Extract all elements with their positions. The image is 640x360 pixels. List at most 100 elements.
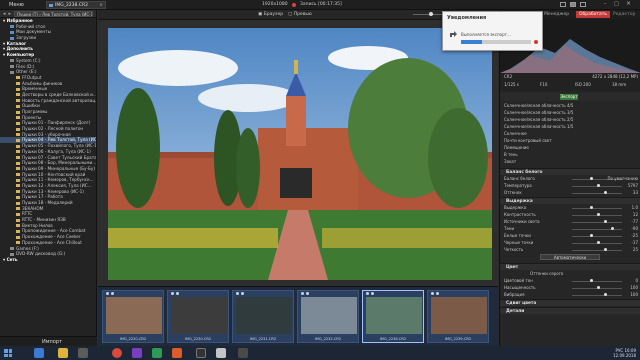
thumbnail[interactable]: IMG_2230.CR2 — [167, 290, 229, 343]
adjust-slider[interactable] — [572, 248, 622, 251]
adjust-row: Белые точки -25 — [500, 233, 640, 239]
auto-button[interactable]: Автоматически — [540, 254, 600, 260]
adjust-slider[interactable] — [572, 293, 622, 296]
section-white-balance[interactable]: Баланс белого — [500, 168, 640, 175]
preset-item[interactable]: Закат — [500, 159, 640, 165]
preset-item[interactable]: Солнечное/ясная облачность 3/5 — [500, 110, 640, 116]
folder-icon — [16, 93, 20, 97]
document-tab[interactable]: IMG_2238.CR2 × — [46, 1, 106, 9]
windows-start-icon[interactable] — [4, 349, 12, 357]
adjust-slider[interactable] — [572, 241, 622, 244]
slider-knob[interactable] — [597, 184, 600, 187]
window-close-icon[interactable]: × — [626, 0, 631, 7]
minimize-icon[interactable]: – — [604, 1, 607, 7]
app4-icon[interactable] — [172, 348, 182, 358]
adjust-value[interactable]: 5797 — [628, 183, 638, 188]
slider-knob[interactable] — [590, 177, 593, 180]
color-mode-row[interactable]: Оттенки серого — [500, 271, 640, 277]
adjust-slider[interactable] — [572, 206, 622, 209]
preset-item[interactable]: Почти контровый свет — [500, 138, 640, 144]
ie-icon[interactable] — [34, 348, 44, 358]
slider-knob[interactable] — [604, 248, 607, 251]
adjust-slider[interactable] — [572, 286, 622, 289]
slider-knob[interactable] — [590, 279, 593, 282]
export-button[interactable]: Экспорт — [560, 94, 578, 100]
folder-icon — [16, 184, 20, 188]
preset-item[interactable]: Солнечное/ясная облачность 1/5 — [500, 124, 640, 130]
zoner-icon[interactable] — [196, 348, 206, 358]
explorer-icon[interactable] — [58, 348, 68, 358]
app6-icon[interactable] — [238, 348, 248, 358]
main-photo[interactable] — [108, 28, 492, 280]
adjust-value[interactable]: 100 — [630, 285, 638, 290]
adjust-value[interactable]: 33 — [633, 190, 638, 195]
app-icon[interactable] — [78, 348, 88, 358]
back-arrow-icon[interactable]: ◂ — [3, 11, 6, 17]
section-split-toning[interactable]: Сдвиг цвета — [500, 299, 640, 306]
adjust-value[interactable]: 25 — [633, 247, 638, 252]
slider-knob[interactable] — [604, 220, 607, 223]
tree-item[interactable]: ▾ Сеть — [0, 257, 96, 263]
app5-icon[interactable] — [216, 348, 226, 358]
section-color[interactable]: Цвет — [500, 263, 640, 270]
adjust-slider[interactable] — [572, 184, 622, 187]
adjust-value[interactable]: -90 — [631, 226, 638, 231]
preset-label: Солнечное/ясная облачность 2/5 — [504, 117, 574, 122]
adjust-slider[interactable] — [572, 279, 622, 282]
zoom-knob[interactable] — [429, 12, 433, 16]
slider-knob[interactable] — [604, 191, 607, 194]
color-mode-label: Оттенки серого — [530, 271, 564, 276]
adjust-value[interactable]: По умолчанию — [607, 176, 638, 181]
import-button[interactable]: Импорт — [42, 339, 62, 345]
adjust-value[interactable]: -17 — [631, 240, 638, 245]
adjust-value[interactable]: 0 — [635, 278, 638, 283]
slider-knob[interactable] — [611, 227, 614, 230]
app2-icon[interactable] — [132, 348, 142, 358]
thumbnail[interactable]: IMG_2238.CR2 — [362, 290, 424, 343]
adjust-value[interactable]: -25 — [631, 233, 638, 238]
slider-knob[interactable] — [597, 213, 600, 216]
browser-toggle[interactable]: ▣ Браузер — [258, 12, 283, 17]
preset-item[interactable]: В тень — [500, 152, 640, 158]
thumbnail[interactable]: IMG_2232.CR2 — [297, 290, 359, 343]
menu-button[interactable]: Меню — [9, 2, 24, 8]
thumbnail[interactable]: IMG_2239.CR2 — [427, 290, 489, 343]
tab-process[interactable]: Обработать — [576, 11, 610, 18]
preset-item[interactable]: Солнечное — [500, 131, 640, 137]
close-icon[interactable]: × — [99, 2, 103, 9]
adjust-value[interactable]: 12 — [633, 212, 638, 217]
maximize-icon[interactable]: □ — [614, 1, 619, 7]
preview-toggle[interactable]: ▢ Превью — [288, 12, 312, 17]
forward-arrow-icon[interactable]: ▸ — [9, 11, 12, 17]
slider-knob[interactable] — [597, 241, 600, 244]
adjust-slider[interactable] — [572, 213, 622, 216]
section-details[interactable]: Детали — [500, 307, 640, 314]
tree-item-label: Пушки 10 - Кентовский край — [22, 171, 86, 177]
slider-knob[interactable] — [590, 234, 593, 237]
layout-icon[interactable] — [560, 2, 566, 7]
preset-item[interactable]: Солнечное/ясная облачность 2/5 — [500, 117, 640, 123]
adjust-value[interactable]: 1.0 — [632, 205, 638, 210]
adjust-slider[interactable] — [572, 191, 622, 194]
preset-item[interactable]: Солнечное/ясная облачность 4/5 — [500, 103, 640, 109]
adjust-slider[interactable] — [572, 227, 622, 230]
path-field[interactable]: Пушки (T) › Лев Толстой, Тула (ИС-1) — [14, 10, 93, 17]
slider-knob[interactable] — [590, 206, 593, 209]
preset-item[interactable]: Помещение — [500, 145, 640, 151]
tab-editor[interactable]: Редактор — [613, 12, 635, 17]
fullscreen-icon[interactable] — [580, 2, 586, 7]
section-exposure[interactable]: Выдержка — [500, 197, 640, 204]
adjust-slider[interactable] — [572, 220, 622, 223]
thumbnail[interactable]: IMG_2220.CR2 — [102, 290, 164, 343]
cancel-export-icon[interactable] — [534, 40, 538, 44]
tab-manager[interactable]: Менеджер — [544, 12, 569, 17]
slider-knob[interactable] — [604, 293, 607, 296]
adjust-value[interactable]: -77 — [631, 219, 638, 224]
app3-icon[interactable] — [152, 348, 162, 358]
adjust-slider[interactable] — [572, 234, 622, 237]
chrome-icon[interactable] — [112, 348, 122, 358]
panel-icon[interactable] — [570, 2, 576, 7]
thumbnail[interactable]: IMG_2231.CR2 — [232, 290, 294, 343]
adjust-value[interactable]: 100 — [630, 292, 638, 297]
slider-knob[interactable] — [597, 286, 600, 289]
